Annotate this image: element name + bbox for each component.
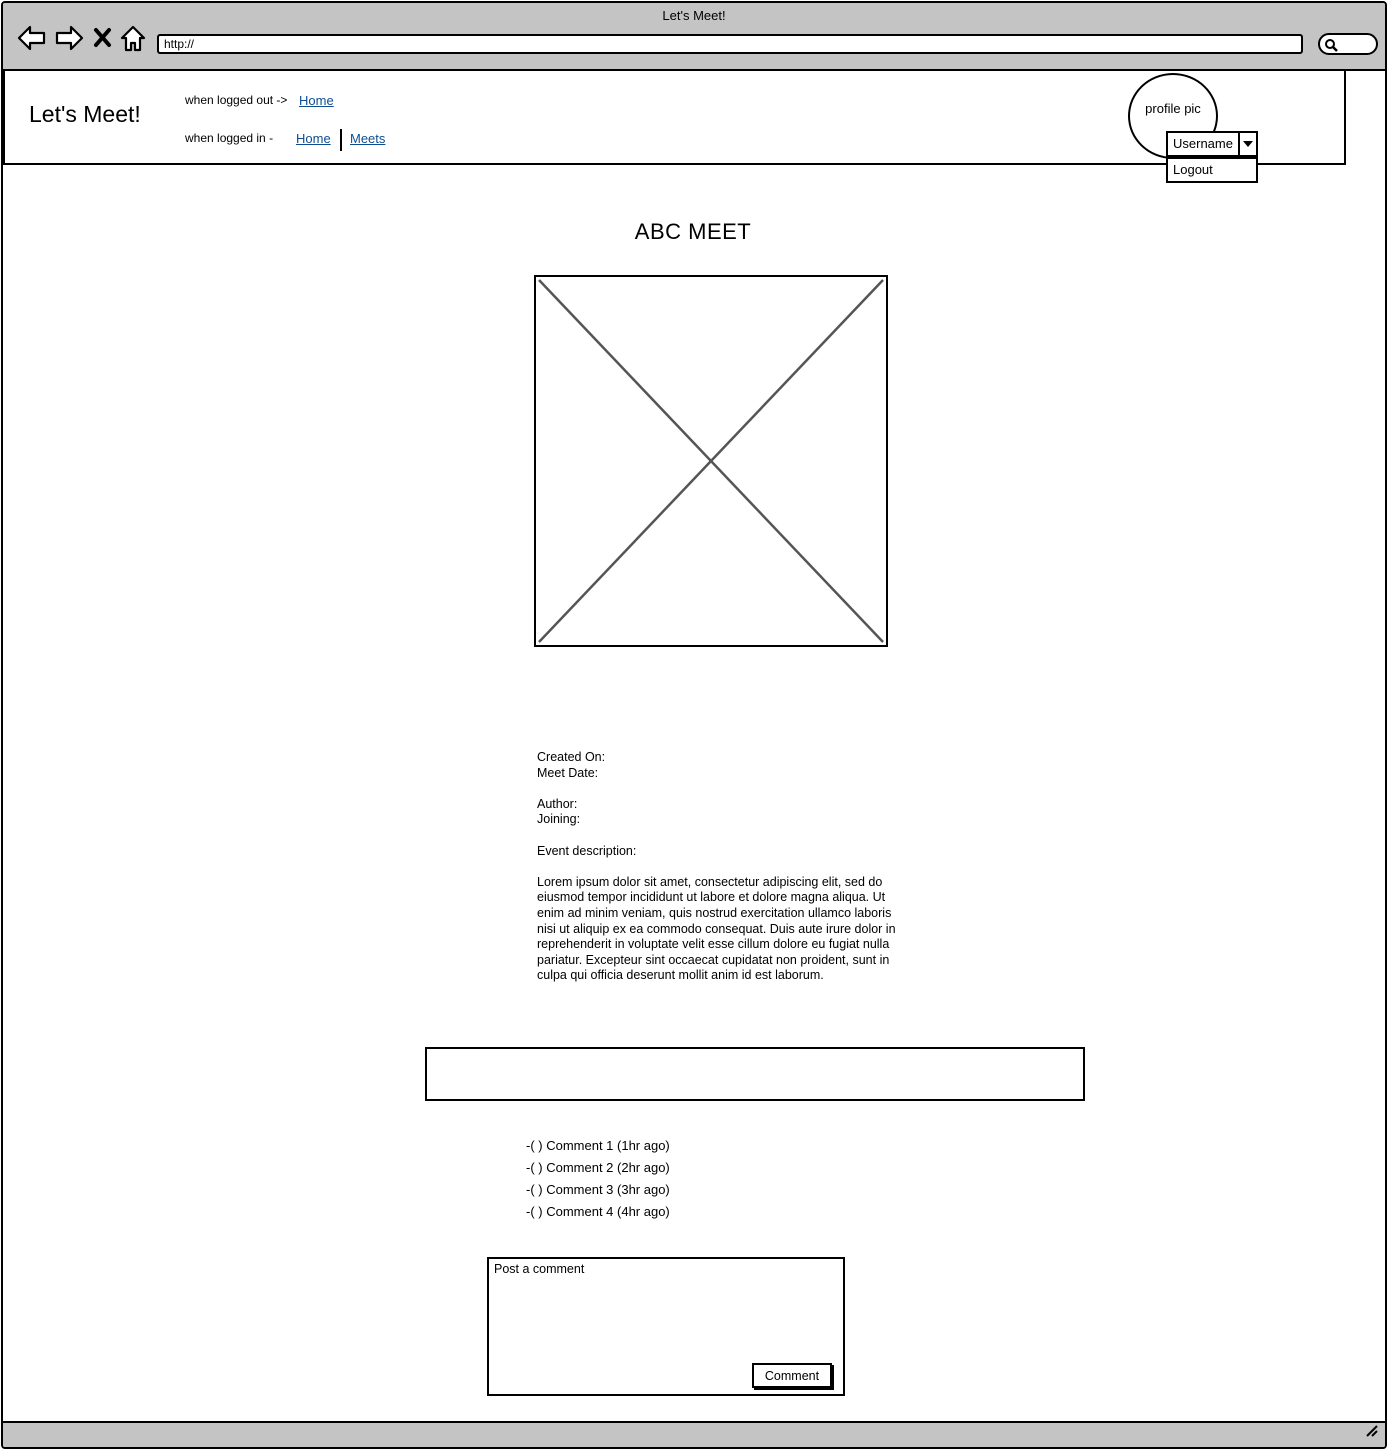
logout-menu-item[interactable]: Logout: [1166, 157, 1258, 183]
browser-window: Let's Meet! http:// Let's Meet! when log…: [1, 1, 1387, 1449]
created-on-label: Created On:: [537, 750, 606, 764]
joining-label: Joining:: [537, 812, 581, 827]
comment-textarea[interactable]: [494, 1262, 834, 1357]
comment-submit-button[interactable]: Comment: [752, 1363, 832, 1388]
meet-image-placeholder: [534, 275, 888, 647]
profile-pic-label: profile pic: [1145, 101, 1201, 116]
comment-banner: [425, 1047, 1085, 1101]
comment-item: -( ) Comment 2 (2hr ago): [526, 1160, 670, 1175]
nav-link-home-logged-out[interactable]: Home: [299, 93, 334, 108]
url-input[interactable]: http://: [157, 34, 1303, 54]
comment-item: -( ) Comment 1 (1hr ago): [526, 1138, 670, 1153]
nav-divider: [340, 129, 342, 151]
logged-in-label: when logged in -: [185, 131, 274, 145]
meet-date-label: Meet Date:: [537, 765, 599, 780]
event-description-label: Event description:: [537, 843, 637, 858]
home-icon[interactable]: [118, 23, 148, 53]
comment-item: -( ) Comment 4 (4hr ago): [526, 1204, 670, 1219]
resize-grip-icon[interactable]: [1365, 1424, 1379, 1443]
post-comment-box: Comment: [487, 1257, 845, 1396]
nav-link-meets[interactable]: Meets: [350, 131, 385, 146]
search-icon: [1325, 39, 1338, 52]
forward-arrow-icon[interactable]: [54, 23, 84, 53]
back-arrow-icon[interactable]: [17, 23, 47, 53]
nav-link-home[interactable]: Home: [296, 131, 331, 146]
stop-x-icon[interactable]: [91, 23, 121, 53]
browser-status-bar: [3, 1421, 1385, 1447]
browser-toolbar: Let's Meet! http://: [3, 3, 1385, 71]
logged-in-nav: when logged in -: [185, 131, 273, 145]
author-label: Author:: [537, 796, 578, 811]
window-title: Let's Meet!: [662, 8, 726, 23]
page-title: ABC MEET: [634, 219, 752, 244]
comment-list: -( ) Comment 1 (1hr ago) -( ) Comment 2 …: [526, 1135, 670, 1223]
brand-logo-text: Let's Meet!: [29, 101, 141, 127]
browser-search-field[interactable]: [1318, 33, 1378, 55]
logged-out-nav: when logged out ->: [185, 93, 287, 107]
username-dropdown[interactable]: Username: [1166, 131, 1258, 157]
event-description: Lorem ipsum dolor sit amet, consectetur …: [537, 874, 896, 983]
logged-out-label: when logged out ->: [185, 93, 288, 107]
meet-details: Created On: Meet Date: Author: Joining: …: [537, 750, 907, 984]
username-value: Username: [1173, 136, 1233, 151]
dropdown-caret[interactable]: [1238, 133, 1256, 155]
chevron-down-icon: [1243, 141, 1253, 147]
comment-item: -( ) Comment 3 (3hr ago): [526, 1182, 670, 1197]
